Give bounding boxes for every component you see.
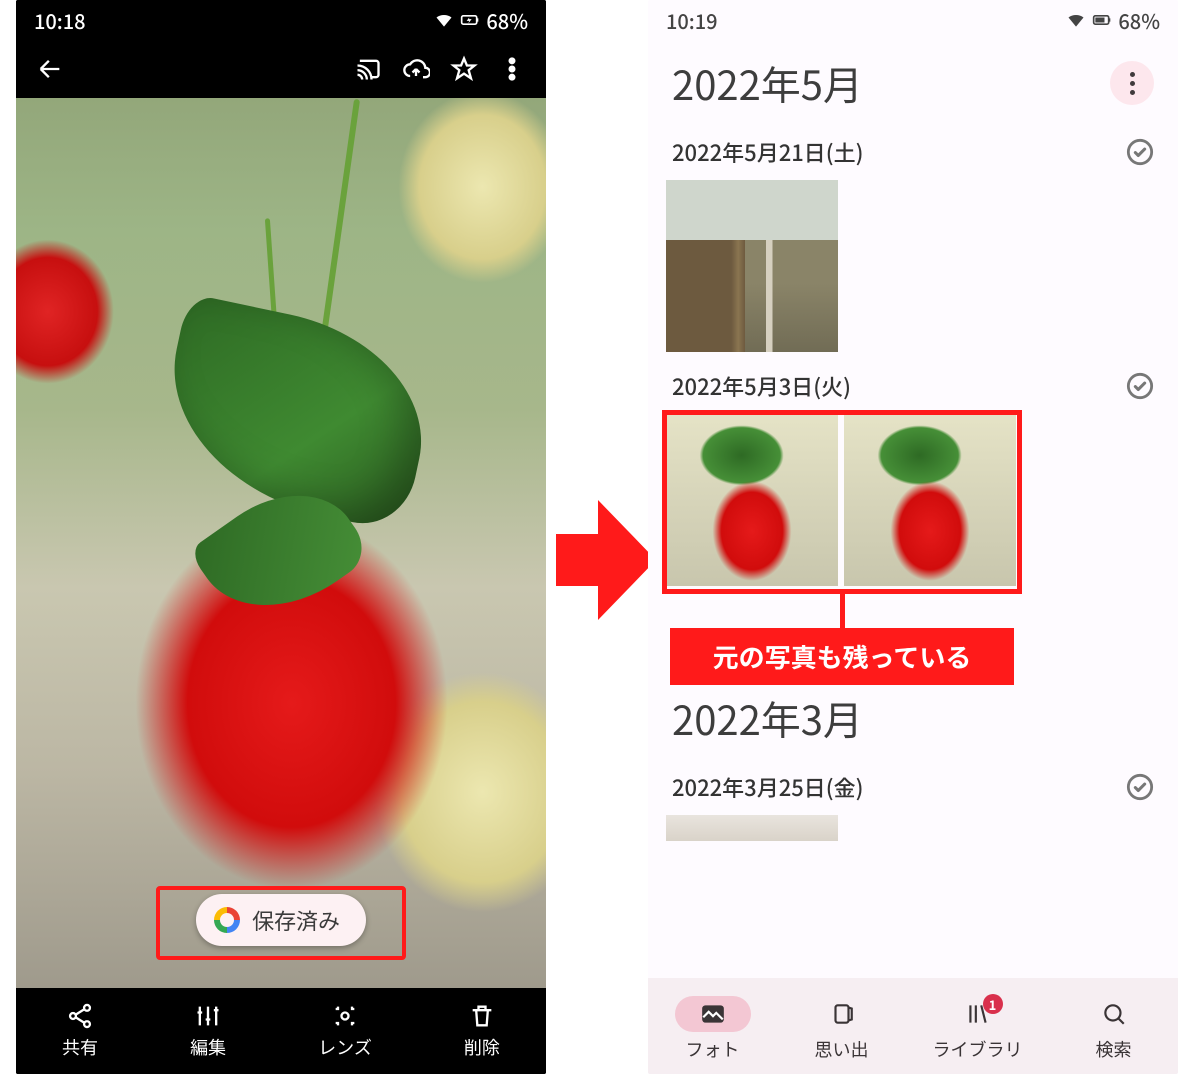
saved-toast: 保存済み: [196, 894, 366, 946]
month-header: 2022年5月: [648, 40, 1178, 118]
share-icon: [66, 1002, 94, 1030]
nav-memories-label: 思い出: [815, 1036, 869, 1062]
month-more-button[interactable]: [1110, 61, 1154, 105]
more-vert-icon: [1130, 72, 1135, 95]
date-section-header[interactable]: 2022年5月21日(土): [648, 118, 1178, 180]
date-label: 2022年3月25日(金): [672, 771, 863, 803]
more-vert-icon: [498, 55, 526, 83]
more-button[interactable]: [488, 45, 536, 93]
nav-search[interactable]: 検索: [1076, 996, 1152, 1062]
nav-photos-label: フォト: [686, 1036, 740, 1062]
cloud-upload-button[interactable]: [392, 45, 440, 93]
status-battery: 68%: [1118, 6, 1160, 35]
nav-library[interactable]: 1 ライブラリ: [933, 996, 1023, 1062]
delete-button[interactable]: 削除: [464, 1002, 500, 1060]
battery-icon: [1092, 10, 1112, 30]
annotation-label: 元の写真も残っている: [670, 628, 1014, 685]
photo-thumbnail[interactable]: [666, 414, 838, 586]
back-button[interactable]: [26, 45, 74, 93]
google-photos-logo-icon: [214, 907, 240, 933]
month-title: 2022年3月: [672, 689, 1154, 747]
saved-toast-label: 保存済み: [252, 904, 340, 936]
status-time: 10:19: [666, 6, 718, 35]
month-title: 2022年5月: [672, 54, 863, 112]
lens-icon: [331, 1002, 359, 1030]
nav-library-label: ライブラリ: [933, 1036, 1023, 1062]
search-icon: [1101, 1001, 1127, 1027]
photo-top-toolbar: [16, 40, 546, 98]
photo-thumbnail[interactable]: [844, 414, 1016, 586]
status-time: 10:18: [34, 6, 86, 35]
photo-viewport[interactable]: 保存済み: [16, 98, 546, 988]
back-arrow-icon: [36, 55, 64, 83]
select-all-icon[interactable]: [1126, 138, 1154, 166]
status-bar: 10:18 68%: [16, 0, 546, 40]
edit-label: 編集: [190, 1034, 226, 1060]
wifi-icon: [1066, 10, 1086, 30]
annotation-connector: [840, 594, 845, 630]
edit-button[interactable]: 編集: [190, 1002, 226, 1060]
date-section-header[interactable]: 2022年5月3日(火): [648, 352, 1178, 414]
photo-bottom-actions: 共有 編集 レンズ 削除: [16, 988, 546, 1074]
status-bar: 10:19 68%: [648, 0, 1178, 40]
nav-search-label: 検索: [1096, 1036, 1132, 1062]
photos-icon: [700, 1001, 726, 1027]
phone-left-photo-viewer: 10:18 68%: [16, 0, 546, 1074]
memories-icon: [829, 1001, 855, 1027]
phone-right-photo-grid: 10:19 68% 2022年5月 2022年5月21日(土) 2022年5月3…: [648, 0, 1178, 1074]
date-label: 2022年5月3日(火): [672, 370, 851, 402]
transition-arrow-icon: [556, 500, 656, 620]
date-section-header[interactable]: 2022年3月25日(金): [648, 753, 1178, 815]
bottom-navigation: フォト 思い出 1 ライブラリ 検索: [648, 978, 1178, 1074]
star-icon: [450, 55, 478, 83]
library-badge: 1: [983, 994, 1003, 1014]
nav-memories[interactable]: 思い出: [804, 996, 880, 1062]
cloud-upload-icon: [402, 55, 430, 83]
wifi-icon: [434, 10, 454, 30]
date-label: 2022年5月21日(土): [672, 136, 863, 168]
comparison-stage: 10:18 68%: [0, 0, 1200, 1074]
lens-button[interactable]: レンズ: [318, 1002, 372, 1060]
select-all-icon[interactable]: [1126, 773, 1154, 801]
lens-label: レンズ: [318, 1034, 372, 1060]
cast-button[interactable]: [344, 45, 392, 93]
photo-thumbnail[interactable]: [666, 180, 838, 352]
favorite-button[interactable]: [440, 45, 488, 93]
select-all-icon[interactable]: [1126, 372, 1154, 400]
share-label: 共有: [62, 1034, 98, 1060]
battery-charging-icon: [460, 10, 480, 30]
edit-sliders-icon: [194, 1002, 222, 1030]
nav-photos[interactable]: フォト: [675, 996, 751, 1062]
trash-icon: [468, 1002, 496, 1030]
annotated-thumbnail-group: 元の写真も残っている: [648, 414, 1034, 586]
photo-thumbnail-partial[interactable]: [666, 815, 838, 841]
status-battery: 68%: [486, 6, 528, 35]
thumbnail-row: [648, 180, 1178, 352]
cast-icon: [354, 55, 382, 83]
delete-label: 削除: [464, 1034, 500, 1060]
share-button[interactable]: 共有: [62, 1002, 98, 1060]
